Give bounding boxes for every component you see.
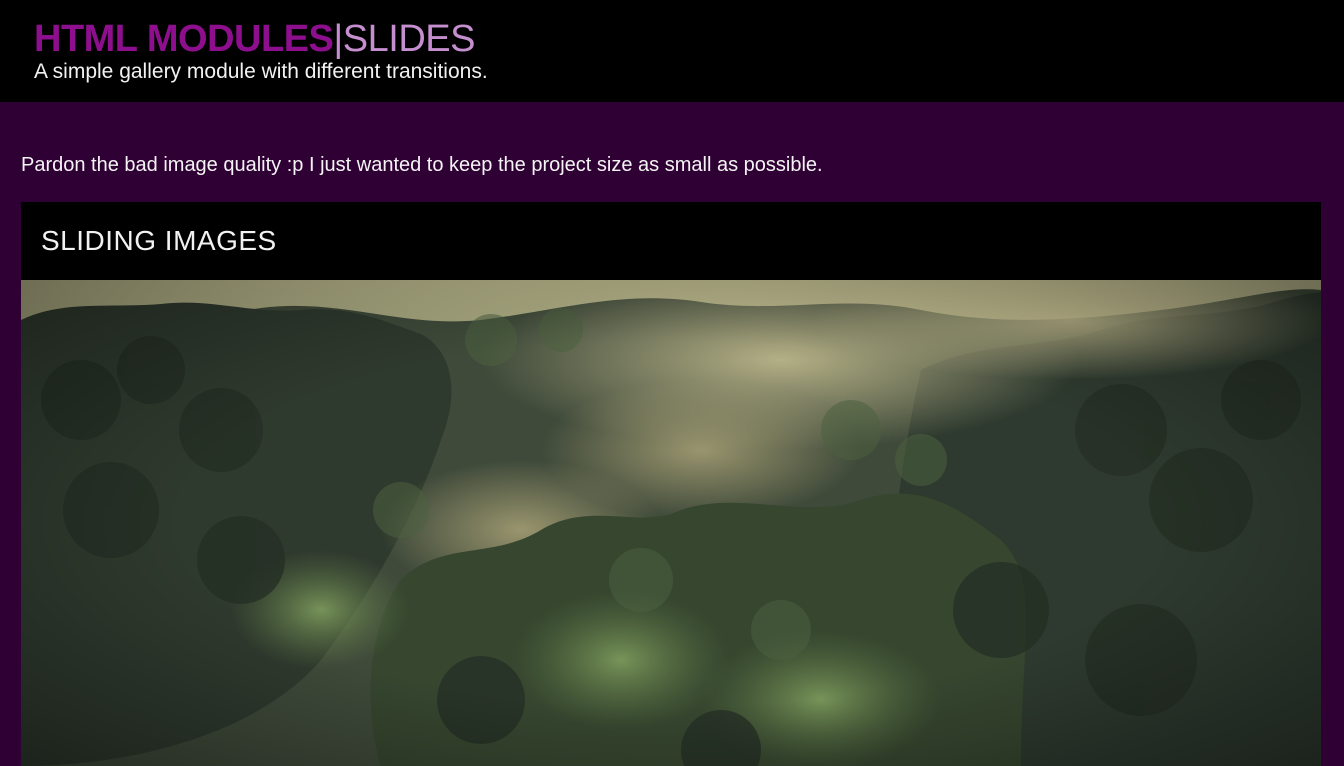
page-tagline: A simple gallery module with different t… — [34, 60, 488, 83]
brand-title: HTML MODULES|SLIDES — [34, 18, 475, 60]
brand-strong-text: HTML MODULES — [34, 18, 334, 60]
forest-image — [21, 280, 1321, 766]
brand-light-text: SLIDES — [342, 18, 476, 60]
intro-note: Pardon the bad image quality :p I just w… — [21, 154, 823, 176]
brand-separator: | — [333, 18, 343, 60]
gallery-title: SLIDING IMAGES — [41, 225, 277, 256]
gallery-panel: SLIDING IMAGES — [21, 202, 1321, 766]
page-header: HTML MODULES|SLIDES A simple gallery mod… — [0, 0, 1344, 102]
gallery-slide-image[interactable] — [21, 280, 1321, 766]
